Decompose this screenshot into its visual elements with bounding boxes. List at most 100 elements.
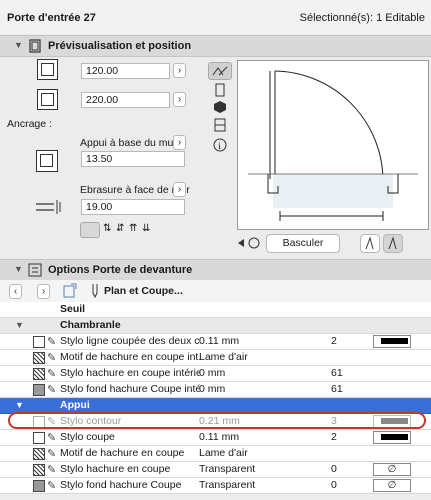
row-name: Stylo hachure en coupe intérieur (60, 367, 200, 379)
anchor-core-icon[interactable]: ⇈ (129, 223, 137, 234)
anchor-face-icon[interactable]: ⇊ (142, 223, 150, 234)
row-pen-number[interactable]: 61 (331, 383, 343, 395)
expand-triangle-icon[interactable]: ▼ (15, 320, 24, 330)
row-name: Stylo fond hachure Coupe (60, 479, 182, 491)
fill-swatch-icon (33, 480, 45, 492)
pen-icon: ✎ (47, 432, 57, 444)
row-name: Stylo fond hachure Coupe inté... (60, 383, 200, 395)
width-chevron-button[interactable]: › (173, 63, 186, 78)
mirror-icon[interactable] (236, 236, 264, 250)
height-icon (37, 89, 58, 110)
hatch-swatch-icon (33, 464, 45, 476)
flip-button[interactable]: Basculer (266, 234, 340, 253)
table-row[interactable]: ✎ Stylo hachure en coupe intérieur 0 mm … (0, 366, 431, 382)
empty-pen-icon[interactable]: ∅ (373, 463, 411, 476)
pen-swatch[interactable] (373, 431, 411, 444)
row-pen-number[interactable]: 2 (331, 431, 337, 443)
pen-swatch[interactable] (373, 335, 411, 348)
width-icon (37, 59, 58, 80)
row-name: Motif de hachure en coupe (60, 447, 185, 459)
row-pen-number[interactable]: 61 (331, 367, 343, 379)
preview-canvas (237, 60, 429, 230)
reveal-option-chevron[interactable]: › (173, 182, 186, 197)
table-row[interactable]: ✎ Stylo fond hachure Coupe Transparent 0… (0, 478, 431, 494)
plan-view-icon[interactable] (208, 62, 232, 80)
width-field[interactable]: 120.00 (81, 63, 170, 79)
table-row[interactable]: ✎ Stylo fond hachure Coupe inté... 0 mm … (0, 382, 431, 398)
row-value[interactable]: Transparent (199, 479, 255, 491)
pen-icon: ✎ (47, 336, 57, 348)
fill-swatch-icon (33, 384, 45, 396)
hatch-swatch-icon (33, 368, 45, 380)
row-pen-number[interactable]: 0 (331, 479, 337, 491)
row-name: Stylo ligne coupée des deux c... (60, 335, 200, 347)
height-chevron-button[interactable]: › (173, 92, 186, 107)
row-value[interactable]: 0.11 mm (199, 431, 239, 443)
collapse-triangle-icon[interactable]: ▼ (14, 264, 23, 274)
options-icon (28, 263, 42, 277)
hatch-swatch-icon (33, 448, 45, 460)
row-value[interactable]: 0.11 mm (199, 335, 239, 347)
expand-triangle-icon[interactable]: ▼ (15, 400, 24, 410)
anchor-outside-icon[interactable]: ⇵ (116, 223, 124, 234)
anchor-label: Ancrage : (7, 118, 52, 130)
reveal-icon (36, 200, 61, 214)
collapse-triangle-icon[interactable]: ▼ (14, 40, 23, 50)
options-nav-bar: ‹ › Plan et Coupe... (0, 280, 431, 303)
table-row[interactable]: ✎ Stylo coupe 0.11 mm 2 (0, 430, 431, 446)
group-label: Appui (60, 399, 90, 411)
pen-icon: ✎ (47, 448, 57, 460)
svg-text:i: i (218, 141, 221, 151)
height-field[interactable]: 220.00 (81, 92, 170, 108)
preview-section-header[interactable]: ▼ Prévisualisation et position (0, 35, 431, 57)
page-icon[interactable] (62, 283, 78, 299)
empty-pen-icon[interactable]: ∅ (373, 479, 411, 492)
base-option-select[interactable]: Appui à base du mur (80, 137, 177, 149)
pen-icon (92, 284, 98, 299)
title-bar: Porte d'entrée 27 Sélectionné(s): 1 Edit… (0, 0, 431, 34)
group-label: Chambranle (60, 319, 121, 331)
selection-info: Sélectionné(s): 1 Editable (299, 12, 425, 24)
anchor-inside-icon[interactable] (80, 222, 100, 238)
table-row[interactable]: ✎ Motif de hachure en coupe Lame d'air (0, 446, 431, 462)
row-pen-number[interactable]: 0 (331, 463, 337, 475)
row-value[interactable]: Lame d'air (199, 447, 248, 459)
pen-icon: ✎ (47, 352, 57, 364)
pen-icon: ✎ (47, 368, 57, 380)
group-chambranle[interactable]: ▼ Chambranle (0, 318, 431, 334)
options-section-header[interactable]: ▼ Options Porte de devanture (0, 259, 431, 281)
table-row[interactable]: ✎ Stylo hachure en coupe Transparent 0 ∅ (0, 462, 431, 478)
hinge-right-button[interactable] (383, 234, 403, 253)
pen-icon: ✎ (47, 480, 57, 492)
back-button[interactable]: ‹ (9, 284, 22, 299)
table-row[interactable]: ✎ Stylo ligne coupée des deux c... 0.11 … (0, 334, 431, 350)
base-option-chevron[interactable]: › (173, 135, 186, 150)
checkbox[interactable] (33, 336, 45, 348)
checkbox[interactable] (33, 432, 45, 444)
row-value[interactable]: 0 mm (199, 367, 225, 379)
hinge-left-button[interactable] (360, 234, 380, 253)
base-value-field[interactable]: 13.50 (81, 151, 185, 167)
section-view-icon[interactable] (213, 118, 227, 132)
table-row[interactable]: ✎ Motif de hachure en coupe int... Lame … (0, 350, 431, 366)
preview-section-title: Prévisualisation et position (48, 40, 192, 52)
highlight-outline (8, 412, 426, 429)
door-plan-drawing (248, 70, 418, 221)
row-name: Motif de hachure en coupe int... (60, 351, 200, 363)
anchor-center-icon[interactable]: ⇅ (103, 223, 111, 234)
info-icon[interactable]: i (213, 138, 227, 152)
group-seuil[interactable]: Seuil (0, 302, 431, 318)
pen-icon: ✎ (47, 464, 57, 476)
reveal-value-field[interactable]: 19.00 (81, 199, 185, 215)
row-value[interactable]: Transparent (199, 463, 255, 475)
row-value[interactable]: 0 mm (199, 383, 225, 395)
door-preview-icon (29, 39, 41, 53)
elevation-view-icon[interactable] (214, 83, 226, 97)
row-pen-number[interactable]: 2 (331, 335, 337, 347)
forward-button[interactable]: › (37, 284, 50, 299)
row-value[interactable]: Lame d'air (199, 351, 248, 363)
row-name: Stylo hachure en coupe (60, 463, 171, 475)
3d-view-icon[interactable] (213, 100, 227, 114)
hatch-swatch-icon (33, 352, 45, 364)
options-section-title: Options Porte de devanture (48, 264, 193, 276)
